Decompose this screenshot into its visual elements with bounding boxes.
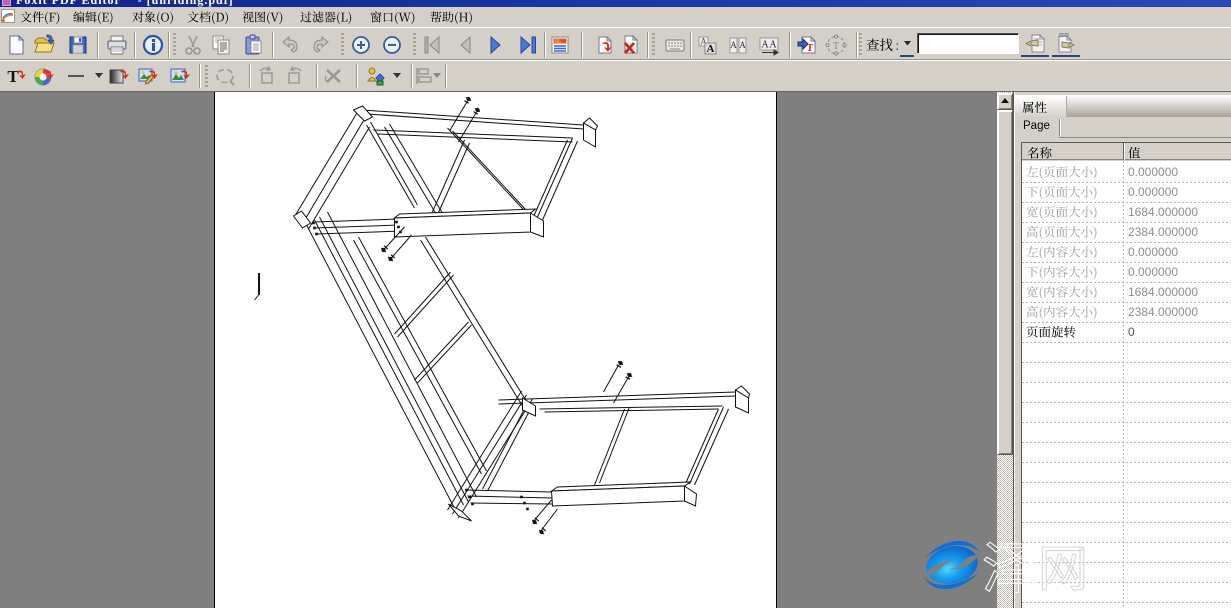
svg-text:T: T bbox=[833, 41, 839, 52]
svg-text:A: A bbox=[761, 40, 769, 51]
svg-text:A: A bbox=[707, 43, 715, 55]
svg-text:A: A bbox=[769, 40, 777, 51]
svg-text:T: T bbox=[7, 67, 19, 86]
svg-text:T: T bbox=[807, 43, 814, 54]
svg-text:A: A bbox=[739, 40, 746, 50]
svg-text:A: A bbox=[730, 40, 737, 50]
